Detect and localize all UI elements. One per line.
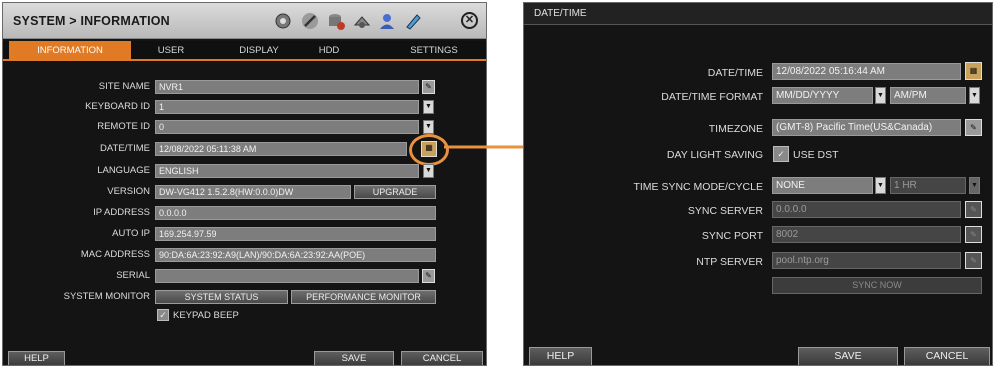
- help-button[interactable]: HELP: [529, 347, 592, 365]
- system-monitor-label: SYSTEM MONITOR: [63, 291, 150, 302]
- ntp-server-field: pool.ntp.org: [772, 252, 961, 269]
- dropdown-arrow-icon: ▼: [969, 177, 980, 194]
- timezone-field[interactable]: (GMT-8) Pacific Time(US&Canada): [772, 119, 961, 136]
- datetime-label: DATE/TIME: [707, 67, 763, 79]
- use-dst-checkbox[interactable]: ✓: [773, 146, 789, 162]
- tab-hdd[interactable]: HDD: [308, 41, 350, 61]
- datetime-field[interactable]: 12/08/2022 05:16:44 AM: [772, 63, 961, 80]
- datetime-label: DATE/TIME: [100, 143, 150, 154]
- gear-icon[interactable]: [273, 11, 293, 31]
- tab-display[interactable]: DISPLAY: [227, 41, 291, 61]
- performance-monitor-button[interactable]: PERFORMANCE MONITOR: [291, 290, 436, 304]
- dropdown-arrow-icon[interactable]: ▼: [423, 164, 434, 178]
- version-field: DW-VG412 1.5.2.8(HW:0.0.0)DW: [155, 185, 351, 199]
- sync-server-field: 0.0.0.0: [772, 201, 961, 218]
- cancel-button[interactable]: CANCEL: [401, 351, 483, 365]
- edit-icon[interactable]: ✎: [422, 80, 435, 94]
- auto-ip-field: 169.254.97.59: [155, 227, 436, 241]
- remote-id-label: REMOTE ID: [97, 121, 150, 132]
- tab-bar: INFORMATION USER DISPLAY HDD SETTINGS: [3, 41, 486, 61]
- language-label: LANGUAGE: [97, 165, 150, 176]
- sync-port-label: SYNC PORT: [701, 230, 763, 242]
- network-icon[interactable]: [352, 11, 372, 31]
- serial-field[interactable]: [155, 269, 419, 283]
- help-button[interactable]: HELP: [8, 351, 65, 365]
- calendar-icon[interactable]: ▦: [965, 62, 982, 80]
- tab-user[interactable]: USER: [141, 41, 201, 61]
- title-bar: SYSTEM > INFORMATION ✕: [3, 3, 486, 39]
- window-title: SYSTEM > INFORMATION: [13, 14, 170, 28]
- remote-id-select[interactable]: 0: [155, 120, 419, 134]
- time-format-select[interactable]: AM/PM: [890, 87, 966, 104]
- mac-address-label: MAC ADDRESS: [80, 249, 150, 260]
- version-label: VERSION: [107, 186, 150, 197]
- user-icon[interactable]: [377, 11, 397, 31]
- auto-ip-label: AUTO IP: [112, 228, 150, 239]
- save-button[interactable]: SAVE: [798, 347, 898, 365]
- datetime-field[interactable]: 12/08/2022 05:11:38 AM: [155, 142, 407, 156]
- sync-now-button: SYNC NOW: [772, 277, 982, 294]
- ntp-server-label: NTP SERVER: [696, 256, 763, 268]
- date-format-select[interactable]: MM/DD/YYYY: [772, 87, 873, 104]
- edit-icon: ✎: [965, 252, 982, 269]
- tab-information[interactable]: INFORMATION: [9, 41, 131, 61]
- day-light-saving-label: DAY LIGHT SAVING: [666, 149, 763, 161]
- ip-address-label: IP ADDRESS: [93, 207, 150, 218]
- title-bar: DATE/TIME: [524, 3, 992, 25]
- site-name-field[interactable]: NVR1: [155, 80, 419, 94]
- mac-address-field: 90:DA:6A:23:92:A9(LAN)/90:DA:6A:23:92:AA…: [155, 248, 436, 262]
- dropdown-arrow-icon[interactable]: ▼: [875, 87, 886, 104]
- edit-icon[interactable]: ✎: [422, 269, 435, 283]
- datetime-window: DATE/TIME DATE/TIME 12/08/2022 05:16:44 …: [523, 2, 993, 366]
- system-information-window: SYSTEM > INFORMATION ✕ INFORMATION USER …: [2, 2, 487, 366]
- edit-icon[interactable]: ✎: [965, 119, 982, 136]
- serial-label: SERIAL: [116, 270, 150, 281]
- dropdown-arrow-icon[interactable]: ▼: [423, 100, 434, 114]
- site-name-label: SITE NAME: [98, 81, 150, 92]
- language-select[interactable]: ENGLISH: [155, 164, 419, 178]
- edit-icon: ✎: [965, 226, 982, 243]
- use-dst-label: USE DST: [793, 149, 839, 161]
- window-title: DATE/TIME: [534, 8, 587, 19]
- sync-cycle-select: 1 HR: [890, 177, 966, 194]
- keyboard-id-select[interactable]: 1: [155, 100, 419, 114]
- dropdown-arrow-icon[interactable]: ▼: [875, 177, 886, 194]
- sync-mode-select[interactable]: NONE: [772, 177, 873, 194]
- dropdown-arrow-icon[interactable]: ▼: [423, 120, 434, 134]
- upgrade-button[interactable]: UPGRADE: [354, 185, 436, 199]
- timezone-label: TIMEZONE: [708, 123, 763, 135]
- save-button[interactable]: SAVE: [314, 351, 394, 365]
- system-status-button[interactable]: SYSTEM STATUS: [155, 290, 288, 304]
- datetime-format-label: DATE/TIME FORMAT: [661, 91, 763, 103]
- ip-address-field: 0.0.0.0: [155, 206, 436, 220]
- edit-icon: ✎: [965, 201, 982, 218]
- sync-port-field: 8002: [772, 226, 961, 243]
- highlight-circle: [409, 134, 449, 166]
- keypad-beep-checkbox[interactable]: ✓: [157, 309, 169, 321]
- cancel-button[interactable]: CANCEL: [904, 347, 990, 365]
- database-icon[interactable]: [326, 11, 346, 31]
- tools-icon[interactable]: [300, 11, 320, 31]
- dropdown-arrow-icon[interactable]: ▼: [969, 87, 980, 104]
- keypad-beep-label: KEYPAD BEEP: [173, 310, 239, 321]
- keyboard-id-label: KEYBOARD ID: [85, 101, 150, 112]
- pen-icon[interactable]: [403, 11, 423, 31]
- tab-settings[interactable]: SETTINGS: [403, 41, 465, 61]
- close-icon[interactable]: ✕: [461, 12, 478, 29]
- sync-server-label: SYNC SERVER: [687, 205, 763, 217]
- time-sync-mode-label: TIME SYNC MODE/CYCLE: [633, 181, 763, 193]
